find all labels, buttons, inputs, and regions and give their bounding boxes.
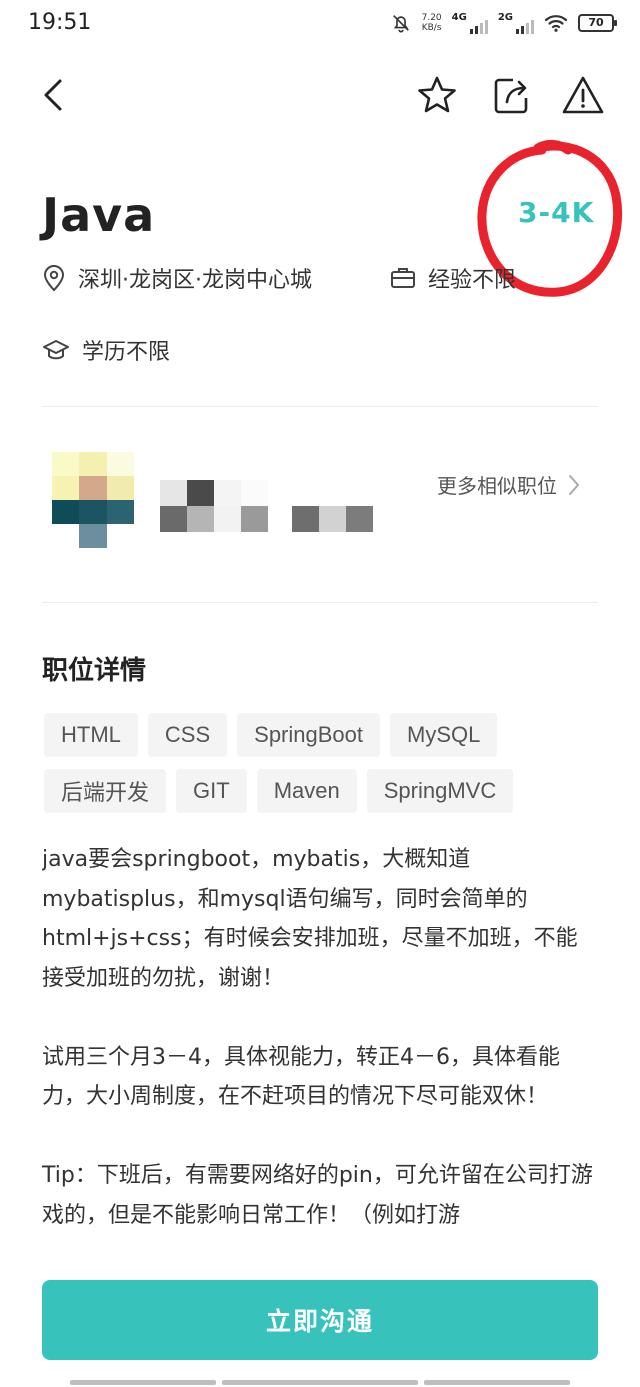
divider — [42, 406, 598, 407]
scroll-fade — [0, 1226, 640, 1276]
home-indicator — [222, 1380, 418, 1385]
wifi-icon — [544, 15, 568, 32]
back-button[interactable] — [30, 72, 76, 118]
skill-tag: CSS — [147, 713, 228, 757]
recruiter-avatar[interactable] — [52, 452, 134, 548]
skill-tag: 后端开发 — [44, 769, 167, 813]
signal-2g-icon: 2G — [498, 12, 534, 34]
description-paragraph: 试用三个月3－4，具体视能力，转正4－6，具体看能力，大小周制度，在不赶项目的情… — [42, 1044, 560, 1110]
job-title: Java — [42, 188, 156, 242]
description-paragraph: Tip：下班后，有需要网络好的pin，可允许留在公司打游戏的，但是不能影响日常工… — [42, 1163, 593, 1228]
chevron-right-icon — [569, 474, 579, 495]
skill-tags: HTML CSS SpringBoot MySQL 后端开发 GIT Maven… — [44, 713, 604, 813]
skill-tag: Maven — [256, 769, 357, 813]
net-speed-value: 7.20 — [421, 13, 442, 23]
skill-tag: SpringMVC — [366, 769, 514, 813]
job-education-text: 学历不限 — [82, 340, 171, 365]
home-indicator — [70, 1380, 216, 1385]
battery-icon: 70 — [578, 14, 617, 32]
net-speed-unit: KB/s — [421, 23, 442, 33]
status-time: 19:51 — [28, 10, 92, 35]
share-button[interactable] — [488, 72, 534, 118]
share-icon — [494, 78, 528, 114]
signal-4g-icon: 4G — [452, 12, 488, 34]
recruiter-name — [160, 480, 268, 532]
recruiter-title — [292, 506, 373, 532]
star-icon — [418, 76, 456, 113]
bell-off-icon — [392, 15, 409, 33]
skill-tag: SpringBoot — [237, 713, 380, 757]
skill-tag: HTML — [44, 713, 138, 757]
job-experience: 经验不限 — [390, 262, 516, 294]
job-location-text: 深圳·龙岗区·龙岗中心城 — [78, 268, 312, 293]
skill-tag: GIT — [176, 769, 247, 813]
net-speed: 7.20 KB/s — [422, 13, 442, 33]
similar-jobs-label: 更多相似职位 — [437, 474, 557, 498]
skill-tag: MySQL — [390, 713, 498, 757]
status-bar: 19:51 7.20 KB/s 4G 2G 70 — [0, 0, 640, 50]
graduation-cap-icon — [43, 340, 69, 360]
warning-icon — [562, 76, 604, 114]
chevron-left-icon — [44, 79, 62, 111]
briefcase-icon — [391, 268, 415, 288]
home-indicator — [424, 1380, 570, 1385]
section-title: 职位详情 — [42, 656, 147, 686]
description-paragraph: java要会springboot，mybatis，大概知道mybatisplus… — [42, 847, 578, 991]
job-experience-text: 经验不限 — [428, 268, 517, 293]
chat-now-button[interactable]: 立即沟通 — [42, 1280, 598, 1360]
divider — [42, 602, 598, 603]
job-location: 深圳·龙岗区·龙岗中心城 — [42, 262, 312, 294]
job-description: java要会springboot，mybatis，大概知道mybatisplus… — [42, 840, 598, 1256]
favorite-button[interactable] — [414, 72, 460, 118]
job-education: 学历不限 — [42, 334, 170, 366]
similar-jobs-link[interactable]: 更多相似职位 — [437, 470, 581, 499]
signal-4g-label: 4G — [451, 12, 467, 23]
report-button[interactable] — [560, 72, 606, 118]
status-icons: 7.20 KB/s 4G 2G 70 — [390, 12, 617, 34]
location-pin-icon — [43, 265, 65, 292]
signal-2g-label: 2G — [497, 12, 513, 23]
